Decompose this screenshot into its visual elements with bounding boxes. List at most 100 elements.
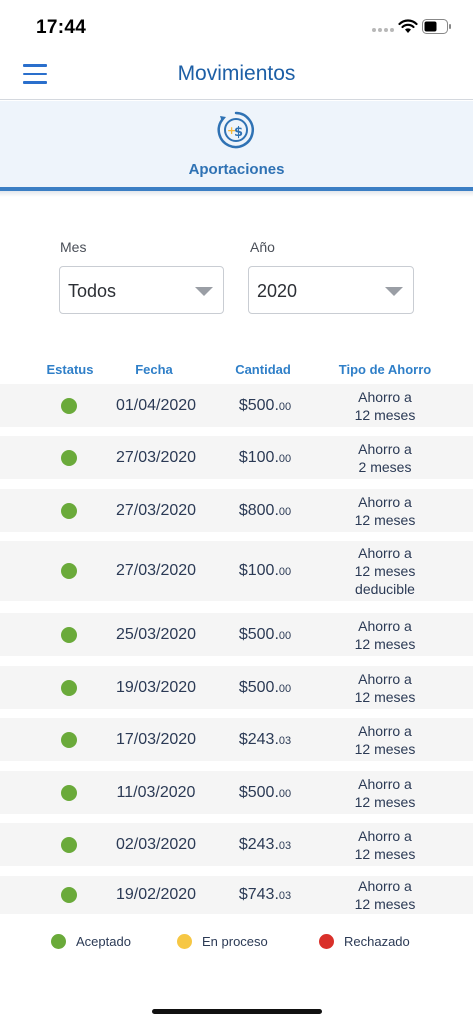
row-date: 25/03/2020 <box>115 626 197 643</box>
row-savings-type-line: Ahorro a <box>358 545 412 561</box>
status-dot-icon <box>61 503 77 519</box>
status-dot-icon <box>61 837 77 853</box>
row-savings-type-line: Ahorro a <box>358 618 412 634</box>
status-legend: Aceptado En proceso Rechazado <box>0 934 473 954</box>
status-dot-icon <box>61 398 77 414</box>
column-header-amount: Cantidad <box>235 362 291 377</box>
row-savings-type: Ahorro a 12 meses <box>336 877 434 913</box>
status-dot-icon <box>61 627 77 643</box>
row-savings-type-line: deducible <box>355 581 415 597</box>
table-row[interactable]: 27/03/2020 $800.00 Ahorro a 12 meses <box>0 489 473 532</box>
row-savings-type-line: Ahorro a <box>358 828 412 844</box>
row-savings-type-line: Ahorro a <box>358 441 412 457</box>
row-savings-type-line: 12 meses <box>354 896 416 912</box>
status-dot-icon <box>61 563 77 579</box>
table-row[interactable]: 01/04/2020 $500.00 Ahorro a 12 meses <box>0 384 473 427</box>
row-date: 27/03/2020 <box>115 562 197 579</box>
row-amount-value: $500. <box>238 397 279 414</box>
battery-icon <box>422 19 451 34</box>
table-row[interactable]: 02/03/2020 $243.03 Ahorro a 12 meses <box>0 823 473 866</box>
cellular-signal-icon <box>372 28 394 32</box>
row-amount-value: $243. <box>238 836 279 853</box>
legend-item-accepted: Aceptado <box>51 934 131 949</box>
home-indicator <box>152 1009 322 1014</box>
row-date: 02/03/2020 <box>115 836 197 853</box>
chevron-down-icon <box>385 287 403 296</box>
row-amount-value: $800. <box>238 502 279 519</box>
row-savings-type: Ahorro a 12 meses <box>336 617 434 653</box>
row-amount-value: $100. <box>238 449 279 466</box>
status-dot-icon <box>61 732 77 748</box>
row-savings-type: Ahorro a 12 meses <box>336 827 434 863</box>
table-row[interactable]: 25/03/2020 $500.00 Ahorro a 12 meses <box>0 613 473 656</box>
row-savings-type: Ahorro a 12 meses deducible <box>336 544 434 598</box>
row-savings-type: Ahorro a 2 meses <box>336 440 434 476</box>
table-row[interactable]: 17/03/2020 $243.03 Ahorro a 12 meses <box>0 718 473 761</box>
status-dot-icon <box>61 887 77 903</box>
row-amount: $243.03 <box>224 836 306 854</box>
year-filter-label: Año <box>250 239 275 255</box>
legend-label: Rechazado <box>344 934 410 949</box>
row-savings-type-line: 2 meses <box>358 459 412 475</box>
column-header-savings-type: Tipo de Ahorro <box>338 362 432 377</box>
month-filter-label: Mes <box>60 239 87 255</box>
month-select[interactable]: Todos <box>59 266 224 314</box>
row-savings-type-line: Ahorro a <box>358 878 412 894</box>
row-date: 27/03/2020 <box>115 449 197 466</box>
row-amount-cents: 03 <box>278 840 292 852</box>
row-date: 27/03/2020 <box>115 502 197 519</box>
row-amount: $243.03 <box>224 731 306 749</box>
status-dot-icon <box>177 934 192 949</box>
row-amount: $100.00 <box>224 449 306 467</box>
row-amount: $500.00 <box>224 626 306 644</box>
status-dot-icon <box>51 934 66 949</box>
row-amount-cents: 00 <box>278 566 292 578</box>
table-row[interactable]: 19/03/2020 $500.00 Ahorro a 12 meses <box>0 666 473 709</box>
row-amount: $500.00 <box>224 679 306 697</box>
row-amount: $800.00 <box>224 502 306 520</box>
year-select[interactable]: 2020 <box>248 266 414 314</box>
table-row[interactable]: 27/03/2020 $100.00 Ahorro a 12 meses deducib… <box>0 541 473 601</box>
row-savings-type: Ahorro a 12 meses <box>336 722 434 758</box>
status-bar: 17:44 <box>0 0 473 52</box>
column-header-status: Estatus <box>46 362 94 377</box>
wifi-icon <box>398 19 418 33</box>
table-row[interactable]: 11/03/2020 $500.00 Ahorro a 12 meses <box>0 771 473 814</box>
chevron-down-icon <box>195 287 213 296</box>
row-amount-cents: 00 <box>278 788 292 800</box>
status-dot-icon <box>319 934 334 949</box>
row-savings-type: Ahorro a 12 meses <box>336 670 434 706</box>
row-date: 01/04/2020 <box>115 397 197 414</box>
status-dot-icon <box>61 450 77 466</box>
row-savings-type-line: Ahorro a <box>358 494 412 510</box>
row-savings-type-line: 12 meses <box>354 407 416 423</box>
row-date: 11/03/2020 <box>116 784 196 801</box>
row-savings-type-line: 12 meses <box>354 636 416 652</box>
row-savings-type-line: Ahorro a <box>358 389 412 405</box>
nav-header: Movimientos <box>0 52 473 100</box>
row-amount-cents: 00 <box>278 630 292 642</box>
row-savings-type-line: 12 meses <box>354 741 416 757</box>
table-row[interactable]: 27/03/2020 $100.00 Ahorro a 2 meses <box>0 436 473 479</box>
table-row[interactable]: 19/02/2020 $743.03 Ahorro a 12 meses <box>0 876 473 914</box>
row-amount: $500.00 <box>224 784 306 802</box>
row-date: 19/03/2020 <box>115 679 197 696</box>
month-select-value: Todos <box>68 281 117 301</box>
table-header: Estatus Fecha Cantidad Tipo de Ahorro <box>0 362 473 380</box>
page-title: Movimientos <box>177 62 296 85</box>
row-amount-cents: 00 <box>278 453 292 465</box>
legend-item-rejected: Rechazado <box>319 934 410 949</box>
row-amount-cents: 00 <box>278 683 292 695</box>
section-title: Aportaciones <box>188 161 285 178</box>
row-savings-type-line: Ahorro a <box>358 671 412 687</box>
row-savings-type-line: 12 meses <box>354 689 416 705</box>
divider <box>0 191 473 197</box>
row-amount-value: $243. <box>238 731 279 748</box>
column-header-date: Fecha <box>135 362 173 377</box>
row-amount-cents: 00 <box>278 506 292 518</box>
row-savings-type-line: 12 meses <box>354 512 416 528</box>
row-date: 17/03/2020 <box>115 731 197 748</box>
status-dot-icon <box>61 785 77 801</box>
status-time: 17:44 <box>36 17 87 38</box>
row-amount-cents: 03 <box>278 735 292 747</box>
